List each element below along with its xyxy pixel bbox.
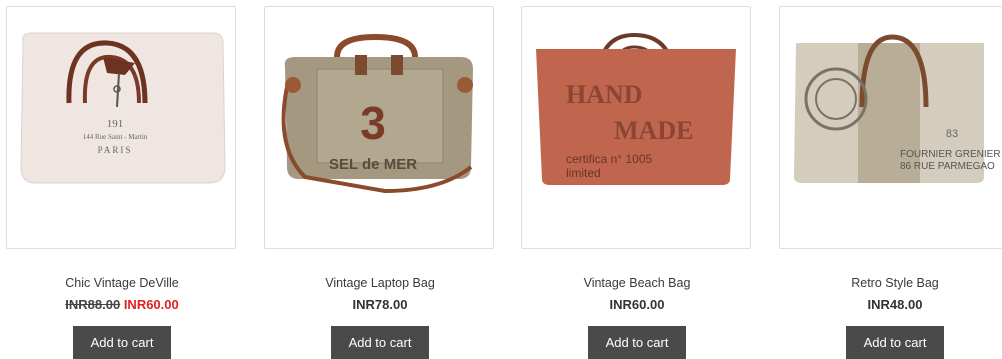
svg-text:limited: limited: [566, 166, 601, 180]
svg-text:3: 3: [360, 97, 386, 149]
product-grid: 191 144 Rue Saint - Martin PARIS Chic Vi…: [0, 0, 1002, 359]
product-price: INR48.00: [867, 297, 923, 312]
svg-text:certifica n° 1005: certifica n° 1005: [566, 152, 653, 166]
add-to-cart-button[interactable]: Add to cart: [846, 326, 944, 359]
svg-text:FOURNIER GRENIER: FOURNIER GRENIER: [900, 149, 1001, 160]
product-card: HAND MADE certifica n° 1005 limited Vint…: [521, 6, 753, 359]
product-card: 191 144 Rue Saint - Martin PARIS Chic Vi…: [6, 6, 238, 359]
product-title[interactable]: Vintage Laptop Bag: [264, 275, 496, 291]
svg-text:HAND: HAND: [566, 80, 643, 109]
add-to-cart-button[interactable]: Add to cart: [73, 326, 171, 359]
product-price: INR78.00: [352, 297, 408, 312]
original-price: INR88.00: [65, 297, 121, 312]
add-to-cart-button[interactable]: Add to cart: [588, 326, 686, 359]
svg-text:MADE: MADE: [614, 116, 693, 145]
product-title[interactable]: Retro Style Bag: [779, 275, 1002, 291]
product-card: 3 SEL de MER Vintage Laptop Bag INR78.00…: [264, 6, 496, 359]
retro-bag-image: 83 FOURNIER GRENIER 86 RUE PARMEGAO: [794, 34, 1001, 183]
product-image-link[interactable]: HAND MADE certifica n° 1005 limited: [521, 6, 751, 249]
svg-text:83: 83: [946, 128, 958, 140]
add-to-cart-button[interactable]: Add to cart: [331, 326, 429, 359]
laptop-bag-image: 3 SEL de MER: [281, 33, 473, 194]
product-price: INR88.00 INR60.00: [6, 296, 238, 314]
product-card: 83 FOURNIER GRENIER 86 RUE PARMEGAO Retr…: [779, 6, 1002, 359]
beach-bag-image: HAND MADE certifica n° 1005 limited: [536, 32, 736, 185]
svg-text:86 RUE PARMEGAO: 86 RUE PARMEGAO: [900, 161, 995, 172]
product-image-link[interactable]: 83 FOURNIER GRENIER 86 RUE PARMEGAO: [779, 6, 1002, 249]
product-image-link[interactable]: 191 144 Rue Saint - Martin PARIS: [6, 6, 236, 249]
product-price: INR60.00: [609, 297, 665, 312]
svg-text:SEL de MER: SEL de MER: [329, 156, 417, 173]
svg-text:PARIS: PARIS: [98, 145, 133, 155]
product-image-link[interactable]: 3 SEL de MER: [264, 6, 494, 249]
product-title[interactable]: Chic Vintage DeVille: [6, 275, 238, 291]
tote-bag-image: 191 144 Rue Saint - Martin PARIS: [20, 32, 226, 184]
product-title[interactable]: Vintage Beach Bag: [521, 275, 753, 291]
sale-price: INR60.00: [123, 297, 179, 312]
svg-text:144 Rue Saint - Martin: 144 Rue Saint - Martin: [83, 133, 148, 141]
svg-text:191: 191: [107, 118, 124, 130]
